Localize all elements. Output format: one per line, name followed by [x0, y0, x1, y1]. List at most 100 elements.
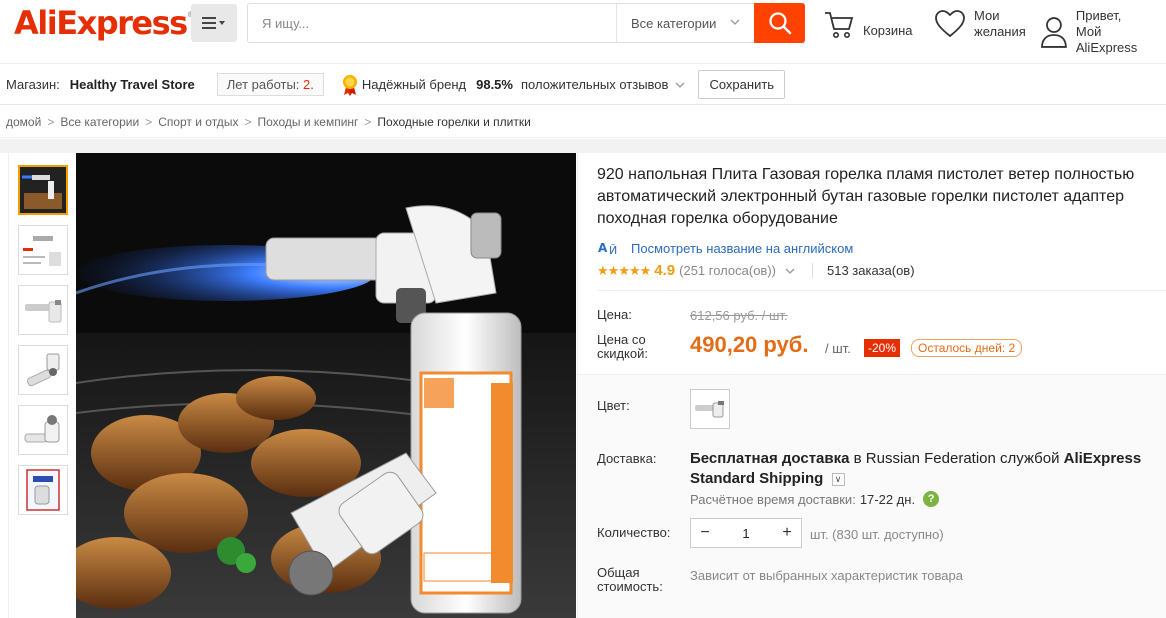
breadcrumb-item[interactable]: домой — [6, 115, 41, 129]
years-suffix: . — [310, 77, 314, 92]
product-thumbnail[interactable] — [18, 165, 68, 215]
product-main-image[interactable] — [76, 153, 576, 618]
shipping-options-toggle[interactable]: ∨ — [831, 472, 845, 486]
total-label-2: стоимость: — [597, 579, 663, 594]
cart-link[interactable]: Корзина — [823, 10, 913, 40]
shipping-country: Russian Federation — [865, 450, 996, 467]
search-input[interactable] — [248, 4, 616, 42]
translate-title-link[interactable]: AЙ Посмотреть название на английском — [597, 239, 854, 258]
breadcrumb-item[interactable]: Походы и кемпинг — [257, 115, 358, 129]
positive-feedback-pct: 98.5% — [476, 77, 513, 92]
product-thumbnail-image — [19, 466, 67, 514]
discount-price-label-2: скидкой: — [597, 346, 648, 361]
eta-value: 17-22 дн. — [859, 491, 916, 507]
store-name-link[interactable]: Healthy Travel Store — [70, 77, 195, 92]
hamburger-icon — [202, 17, 225, 29]
gas-torch-photo — [76, 153, 576, 618]
breadcrumb-separator: > — [47, 114, 55, 129]
delivery-eta: Расчётное время доставки: 17-22 дн. ? — [690, 491, 940, 507]
rating-row: ★★★★★ 4.9 (251 голоса(ов)) 513 заказа(ов… — [597, 262, 915, 279]
breadcrumb-separator: > — [244, 114, 252, 129]
orders-count: 513 заказа(ов) — [812, 263, 915, 278]
votes-count[interactable]: (251 голоса(ов)) — [679, 263, 776, 278]
shipping-info: Бесплатная доставка в Russian Federation… — [690, 449, 1166, 489]
breadcrumb-current[interactable]: Походные горелки и плитки — [377, 115, 530, 129]
color-option-image — [695, 401, 724, 418]
product-thumbnail[interactable] — [18, 285, 68, 335]
section-gap — [0, 139, 1166, 153]
chevron-down-icon — [730, 19, 740, 25]
aliexpress-logo[interactable]: AliExpress® — [14, 4, 195, 42]
quantity-label: Количество: — [597, 525, 671, 540]
discount-price: 490,20 руб. — [690, 332, 809, 357]
breadcrumb-separator: > — [145, 114, 153, 129]
cart-label: Корзина — [863, 23, 913, 38]
breadcrumb: домой > Все категории > Спорт и отдых > … — [0, 106, 1166, 138]
store-label: Магазин: — [6, 77, 60, 92]
free-shipping-text: Бесплатная доставка — [690, 450, 850, 467]
eta-label: Расчётное время доставки: — [690, 491, 856, 507]
price-label: Цена: — [597, 307, 632, 322]
svg-text:A: A — [598, 241, 608, 255]
product-title: 920 напольная Плита Газовая горелка плам… — [597, 166, 1135, 227]
shipping-service-pre: службой — [1000, 450, 1060, 467]
product-thumbnail-image — [19, 226, 67, 274]
positive-feedback-label[interactable]: положительных отзывов — [521, 77, 668, 92]
save-store-button[interactable]: Сохранить — [698, 70, 786, 99]
store-bar: Магазин: Healthy Travel Store Лет работы… — [0, 65, 1166, 105]
product-thumbnail-image — [20, 167, 66, 213]
category-select[interactable]: Все категории — [616, 4, 754, 42]
wishlist-link[interactable]: Мои желания — [934, 8, 1026, 40]
product-thumbnail-image — [19, 406, 67, 454]
product-thumbnail[interactable] — [18, 405, 68, 455]
product-thumbnail[interactable] — [18, 465, 68, 515]
product-thumbnail[interactable] — [18, 225, 68, 275]
breadcrumb-item[interactable]: Спорт и отдых — [158, 115, 238, 129]
quantity-increase-button[interactable]: + — [773, 524, 801, 542]
wishlist-label: Мои желания — [974, 8, 1026, 40]
shipping-label: Доставка: — [597, 451, 657, 466]
trusted-brand-label: Надёжный бренд — [361, 77, 467, 92]
quantity-stepper: − 1 + — [690, 518, 802, 548]
wishlist-line1: Мои — [974, 8, 1000, 23]
color-label: Цвет: — [597, 398, 630, 413]
account-line2: Мой AliExpress — [1075, 24, 1138, 55]
breadcrumb-item[interactable]: Все категории — [60, 115, 139, 129]
product-thumbnail-image — [19, 286, 67, 334]
discount-badge: -20% — [864, 339, 901, 357]
translate-title-label: Посмотреть название на английском — [631, 240, 854, 256]
categories-menu-button[interactable] — [191, 4, 237, 42]
availability-text: шт. (830 шт. доступно) — [810, 527, 944, 542]
shipping-in-text: в — [853, 450, 862, 467]
price-unit: / шт. — [825, 341, 851, 356]
site-header: AliExpress® Все категории Корзина Моижел… — [0, 0, 1166, 64]
years-label: Лет работы: — [226, 77, 300, 92]
account-link[interactable]: Привет, Мой AliExpress — [1040, 8, 1166, 56]
quantity-input[interactable]: 1 — [719, 526, 773, 541]
account-label: Привет, Мой AliExpress — [1076, 8, 1166, 56]
help-icon[interactable]: ? — [923, 491, 940, 507]
store-years-badge: Лет работы: 2. — [216, 73, 324, 96]
star-rating-icon: ★★★★★ — [597, 262, 651, 278]
product-thumbnail[interactable] — [18, 345, 68, 395]
chevron-down-icon[interactable] — [674, 81, 686, 89]
svg-text:Й: Й — [609, 244, 617, 257]
chevron-down-icon[interactable] — [784, 267, 796, 275]
search-button[interactable] — [754, 3, 805, 43]
total-value: Зависит от выбранных характеристик товар… — [690, 568, 963, 583]
translate-icon: AЙ — [598, 241, 617, 257]
account-line1: Привет, — [1075, 8, 1122, 23]
wishlist-line2: желания — [974, 24, 1026, 39]
quantity-decrease-button[interactable]: − — [691, 524, 719, 542]
divider — [597, 290, 1166, 291]
product-thumbnail-image — [19, 346, 67, 394]
search-box: Все категории — [247, 3, 805, 43]
total-label-1: Общая — [597, 565, 640, 580]
product-info: 920 напольная Плита Газовая горелка плам… — [577, 153, 1166, 618]
category-select-label: Все категории — [631, 15, 717, 31]
search-icon — [768, 12, 791, 35]
medal-icon — [342, 74, 357, 96]
rating-score: 4.9 — [654, 262, 676, 279]
color-option[interactable] — [690, 389, 730, 429]
original-price: 612,56 руб. / шт. — [690, 308, 788, 323]
